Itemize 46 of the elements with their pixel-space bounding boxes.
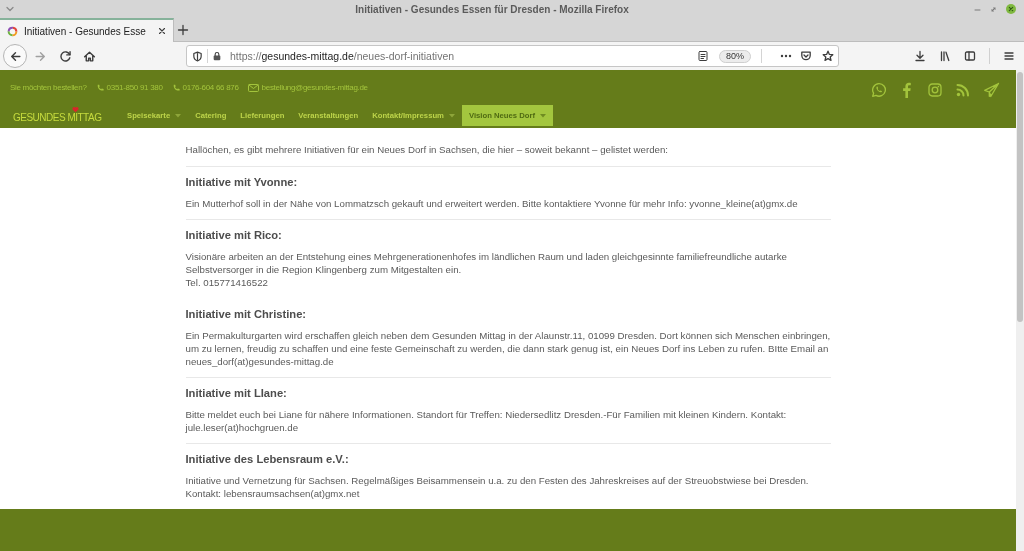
reload-icon[interactable] xyxy=(59,49,72,63)
initiative-heading: Initiative mit LIane: xyxy=(185,385,287,400)
phone-link[interactable]: 0176-604 66 876 xyxy=(182,83,239,92)
zoom-level-button[interactable]: 80% xyxy=(719,49,751,63)
home-icon[interactable] xyxy=(83,49,96,63)
initiative-description: Ein Permakulturgarten wird erschaffen gleich neben dem Gesunden Mittag in der Alaunstr.11, 01099 Dresden. Dort können sich Menschen einbringen, um zu lernen, freudig zu schaffen und eine feste Gemeinschaft zu werden, die dann stark genug ist, ein Neues Dorf ins Leben zu rufen. BItte Email an neues_dorf(at)gesundes-mittag.de xyxy=(185,329,831,368)
scrollbar-thumb[interactable] xyxy=(1017,72,1023,322)
more-icon[interactable] xyxy=(780,54,792,58)
initiative-heading: Initiative mit Christine: xyxy=(185,306,307,321)
star-icon[interactable] xyxy=(822,50,834,62)
initiative-description: Initiative und Vernetzung für Sachsen. Regelmäßiges Beisammensein u.a. zu den Festen des Jahreskreises auf der Streuobstwiese bei Dresden. Kontakt: lebensraumsachsen(at)gmx.net xyxy=(185,474,809,500)
back-button[interactable] xyxy=(3,44,27,68)
heart-icon xyxy=(72,106,79,113)
download-icon[interactable] xyxy=(914,50,926,62)
phone-icon xyxy=(95,83,104,92)
initiative-description: Visionäre arbeiten an der Entstehung eines Mehrgenerationenhofes im ländlichen Raum und laden gleichgesinnte familiefreundliche autarke Selbstversorger in die Region Klingenberg zum Mitgestalten ein. Tel. 015771416522 xyxy=(185,250,787,289)
url-text[interactable]: https://gesundes-mittag.de/neues-dorf-initiativen xyxy=(230,50,455,62)
phone-icon xyxy=(171,83,180,92)
library-icon[interactable] xyxy=(939,50,951,62)
sidebar-icon[interactable] xyxy=(964,50,976,62)
plus-icon[interactable] xyxy=(177,23,189,36)
initiative-heading: Initiative mit Yvonne: xyxy=(185,174,298,189)
pocket-icon[interactable] xyxy=(800,50,812,62)
initiative-description: Ein Mutterhof soll in der Nähe von Lommatzsch gekauft und erweitert werden. Bitte kontaktiere Yvonne für mehr Info: yvonne_kleine(at)gmx.de xyxy=(185,197,798,210)
email-link[interactable]: bestellung@gesundes-mittag.de xyxy=(261,83,368,92)
lock-icon[interactable] xyxy=(212,51,222,61)
envelope-icon xyxy=(247,83,259,92)
phone-link[interactable]: 0351-850 91 380 xyxy=(106,83,163,92)
close-icon[interactable] xyxy=(1006,4,1016,14)
ring-icon xyxy=(7,25,18,37)
left-arrow-icon xyxy=(8,49,22,63)
initiative-description: Bitte meldet euch bei Liane für nähere Informationen. Standort für Treffen: Niedersedlitz Dresden.-Für Familien mit kleinen Kindern. Kontakt: jule.leser(at)hochgruen.de xyxy=(185,408,787,434)
site-logo[interactable]: GESUNDES MITTAG xyxy=(13,111,102,123)
browser-tab[interactable]: Initiativen - Gesundes Esse xyxy=(0,18,174,42)
intro-text: Hallöchen, es gibt mehrere Initiativen für ein Neues Dorf in Sachsen, die hier – soweit bekannt – gelistet werden: xyxy=(185,143,668,156)
menu-icon[interactable] xyxy=(1003,50,1015,62)
address-bar[interactable]: https://gesundes-mittag.de/neues-dorf-initiativen 80% xyxy=(186,45,839,67)
order-prompt: Sie möchten bestellen? xyxy=(10,83,87,92)
initiative-heading: Initiative des Lebensraum e.V.: xyxy=(185,451,349,466)
shield-icon[interactable] xyxy=(192,50,203,62)
window-title: Initiativen - Gesundes Essen für Dresden - Mozilla Firefox xyxy=(355,3,629,15)
close-tab-icon[interactable] xyxy=(157,26,167,36)
initiative-heading: Initiative mit Rico: xyxy=(185,227,282,242)
maximize-icon[interactable] xyxy=(990,5,997,13)
reader-view-icon[interactable] xyxy=(697,50,709,62)
scrollbar[interactable] xyxy=(1016,70,1024,551)
